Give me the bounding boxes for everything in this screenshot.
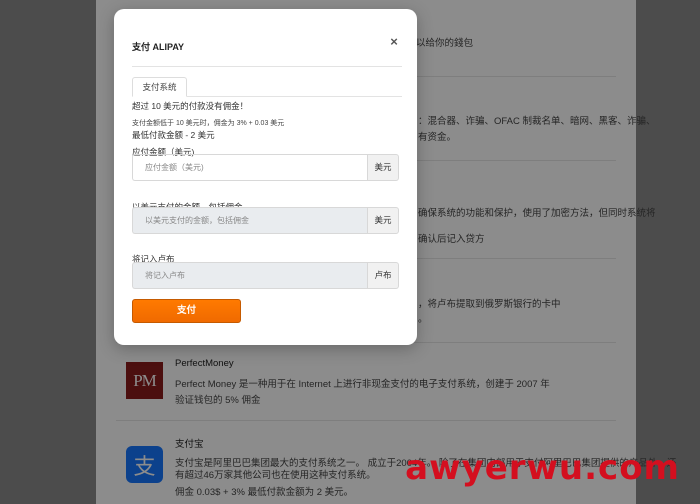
modal-title: 支付 ALIPAY <box>132 42 185 52</box>
no-fee-note: 超过 10 美元的付款没有佣金！ <box>132 101 249 111</box>
watermark: awyerwu.com <box>405 448 680 488</box>
divider <box>132 66 402 67</box>
amount-with-fee-input[interactable]: 以美元支付的金额，包括佣金 <box>132 207 367 234</box>
currency-suffix: 美元 <box>367 207 399 234</box>
tab-underline <box>187 96 402 97</box>
currency-suffix: 美元 <box>367 154 399 181</box>
fee-note: 支付金额低于 10 美元时，佣金为 3% + 0.03 美元 <box>132 120 285 127</box>
amount-input[interactable]: 应付金额（美元) <box>132 154 367 181</box>
currency-suffix: 卢布 <box>367 262 399 289</box>
credited-input[interactable]: 将记入卢布 <box>132 262 367 289</box>
amount-with-fee-input-group: 以美元支付的金额，包括佣金 美元 <box>132 207 399 234</box>
min-amount-note: 最低付款金额 - 2 美元 <box>132 130 215 140</box>
tab-payment-system[interactable]: 支付系统 <box>132 77 187 97</box>
close-button[interactable]: × <box>387 35 401 49</box>
amount-input-group: 应付金额（美元) 美元 <box>132 154 399 181</box>
credited-input-group: 将记入卢布 卢布 <box>132 262 399 289</box>
pay-button[interactable]: 支付 <box>132 299 241 323</box>
payment-modal: 支付 ALIPAY × 支付系统 超过 10 美元的付款没有佣金！ 支付金额低于… <box>114 9 417 345</box>
